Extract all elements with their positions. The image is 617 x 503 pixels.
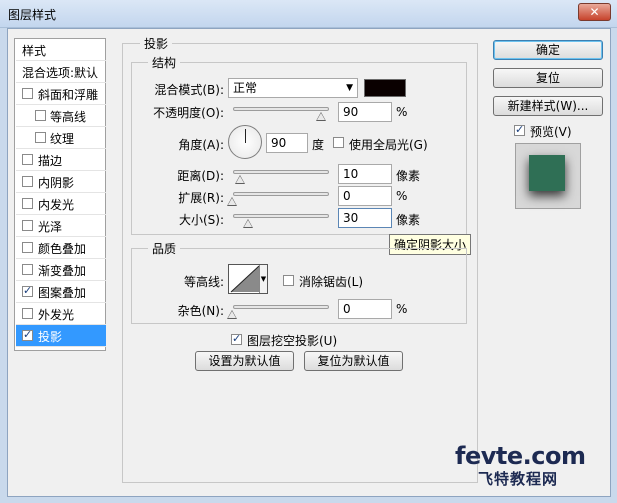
list-item-outer-glow[interactable]: 外发光 <box>16 303 106 325</box>
angle-dial[interactable] <box>228 125 262 159</box>
inner-shadow-checkbox[interactable] <box>22 176 33 187</box>
angle-dial-needle <box>245 129 246 143</box>
knockout-checkbox[interactable] <box>231 332 242 345</box>
noise-slider[interactable] <box>233 305 329 309</box>
preview-checkbox[interactable] <box>514 123 525 136</box>
blend-mode-label: 混合模式(B): <box>154 83 224 97</box>
quality-title: 品质 <box>148 240 181 257</box>
global-light-checkbox[interactable] <box>333 137 344 148</box>
antialias-checkbox[interactable] <box>283 275 294 286</box>
structure-title: 结构 <box>148 54 181 71</box>
distance-label: 距离(D): <box>177 169 224 183</box>
size-unit: 像素 <box>396 213 421 227</box>
angle-label: 角度(A): <box>178 138 224 152</box>
ok-button[interactable]: 确定 <box>493 40 603 60</box>
satin-checkbox[interactable] <box>22 220 33 231</box>
pattern-overlay-checkbox[interactable] <box>22 284 33 297</box>
shadow-color-fill <box>365 80 405 96</box>
contour-dropdown-icon[interactable]: ▼ <box>259 265 267 293</box>
distance-slider[interactable] <box>233 170 329 174</box>
noise-slider-thumb[interactable] <box>227 310 237 319</box>
shadow-color-swatch[interactable] <box>364 79 406 97</box>
distance-unit: 像素 <box>396 169 421 183</box>
watermark-domain: fevte.com <box>455 442 586 470</box>
style-list: 样式 混合选项:默认 斜面和浮雕 等高线 纹理 描边 内阴影 内发光 光泽 颜色… <box>14 38 106 351</box>
title-bar: 图层样式 ✕ <box>0 0 617 28</box>
distance-slider-thumb[interactable] <box>235 175 245 184</box>
bevel-emboss-checkbox[interactable] <box>22 88 33 99</box>
drop-shadow-checkbox[interactable] <box>22 328 33 341</box>
gradient-overlay-checkbox[interactable] <box>22 264 33 275</box>
preview-swatch <box>529 155 565 191</box>
spread-unit: % <box>396 189 408 203</box>
size-slider-thumb[interactable] <box>243 219 253 228</box>
outer-glow-checkbox[interactable] <box>22 308 33 319</box>
knockout-label: 图层挖空投影(U) <box>247 334 338 348</box>
color-overlay-checkbox[interactable] <box>22 242 33 253</box>
spread-input[interactable]: 0 <box>338 186 392 206</box>
window-title: 图层样式 <box>8 8 57 22</box>
size-slider[interactable] <box>233 214 329 218</box>
close-icon: ✕ <box>589 5 600 19</box>
texture-checkbox[interactable] <box>35 132 46 143</box>
opacity-input[interactable]: 90 <box>338 102 392 122</box>
make-default-button[interactable]: 设置为默认值 <box>195 351 294 371</box>
drop-shadow-title: 投影 <box>140 35 173 52</box>
opacity-slider[interactable] <box>233 107 329 111</box>
list-item-bevel-emboss[interactable]: 斜面和浮雕 <box>16 83 106 105</box>
close-button[interactable]: ✕ <box>578 3 611 21</box>
antialias-label: 消除锯齿(L) <box>299 275 364 289</box>
contour-checkbox[interactable] <box>35 110 46 121</box>
stroke-checkbox[interactable] <box>22 154 33 165</box>
spread-label: 扩展(R): <box>178 191 224 205</box>
contour-picker[interactable]: ▼ <box>228 264 268 294</box>
blend-mode-select[interactable]: 正常 ▼ <box>228 78 358 98</box>
chevron-down-icon: ▼ <box>346 83 353 93</box>
reset-default-button[interactable]: 复位为默认值 <box>304 351 403 371</box>
list-item-gradient-overlay[interactable]: 渐变叠加 <box>16 259 106 281</box>
global-light-label: 使用全局光(G) <box>349 138 428 152</box>
noise-label: 杂色(N): <box>177 304 224 318</box>
spread-slider-thumb[interactable] <box>227 197 237 206</box>
distance-input[interactable]: 10 <box>338 164 392 184</box>
contour-linear-icon <box>230 265 260 293</box>
list-item-styles[interactable]: 样式 <box>16 39 106 61</box>
inner-glow-checkbox[interactable] <box>22 198 33 209</box>
list-item-color-overlay[interactable]: 颜色叠加 <box>16 237 106 259</box>
contour-label: 等高线: <box>183 275 224 289</box>
new-style-button[interactable]: 新建样式(W)... <box>493 96 603 116</box>
list-item-blending-options[interactable]: 混合选项:默认 <box>16 61 106 83</box>
list-item-inner-glow[interactable]: 内发光 <box>16 193 106 215</box>
watermark-site-name: 飞特教程网 <box>478 470 559 488</box>
angle-input[interactable]: 90 <box>266 133 308 153</box>
list-item-satin[interactable]: 光泽 <box>16 215 106 237</box>
reset-button[interactable]: 复位 <box>493 68 603 88</box>
list-item-texture[interactable]: 纹理 <box>16 127 106 149</box>
preview-label: 预览(V) <box>530 125 572 139</box>
list-item-stroke[interactable]: 描边 <box>16 149 106 171</box>
noise-input[interactable]: 0 <box>338 299 392 319</box>
spread-slider[interactable] <box>233 192 329 196</box>
opacity-unit: % <box>396 105 408 119</box>
list-item-pattern-overlay[interactable]: 图案叠加 <box>16 281 106 303</box>
list-item-inner-shadow[interactable]: 内阴影 <box>16 171 106 193</box>
size-label: 大小(S): <box>178 213 224 227</box>
style-preview <box>515 143 581 209</box>
opacity-label: 不透明度(O): <box>153 106 224 120</box>
opacity-slider-thumb[interactable] <box>316 112 326 121</box>
list-item-drop-shadow[interactable]: 投影 <box>16 325 106 347</box>
angle-unit: 度 <box>312 138 325 152</box>
list-item-contour[interactable]: 等高线 <box>16 105 106 127</box>
size-input[interactable]: 30 <box>338 208 392 228</box>
noise-unit: % <box>396 302 408 316</box>
